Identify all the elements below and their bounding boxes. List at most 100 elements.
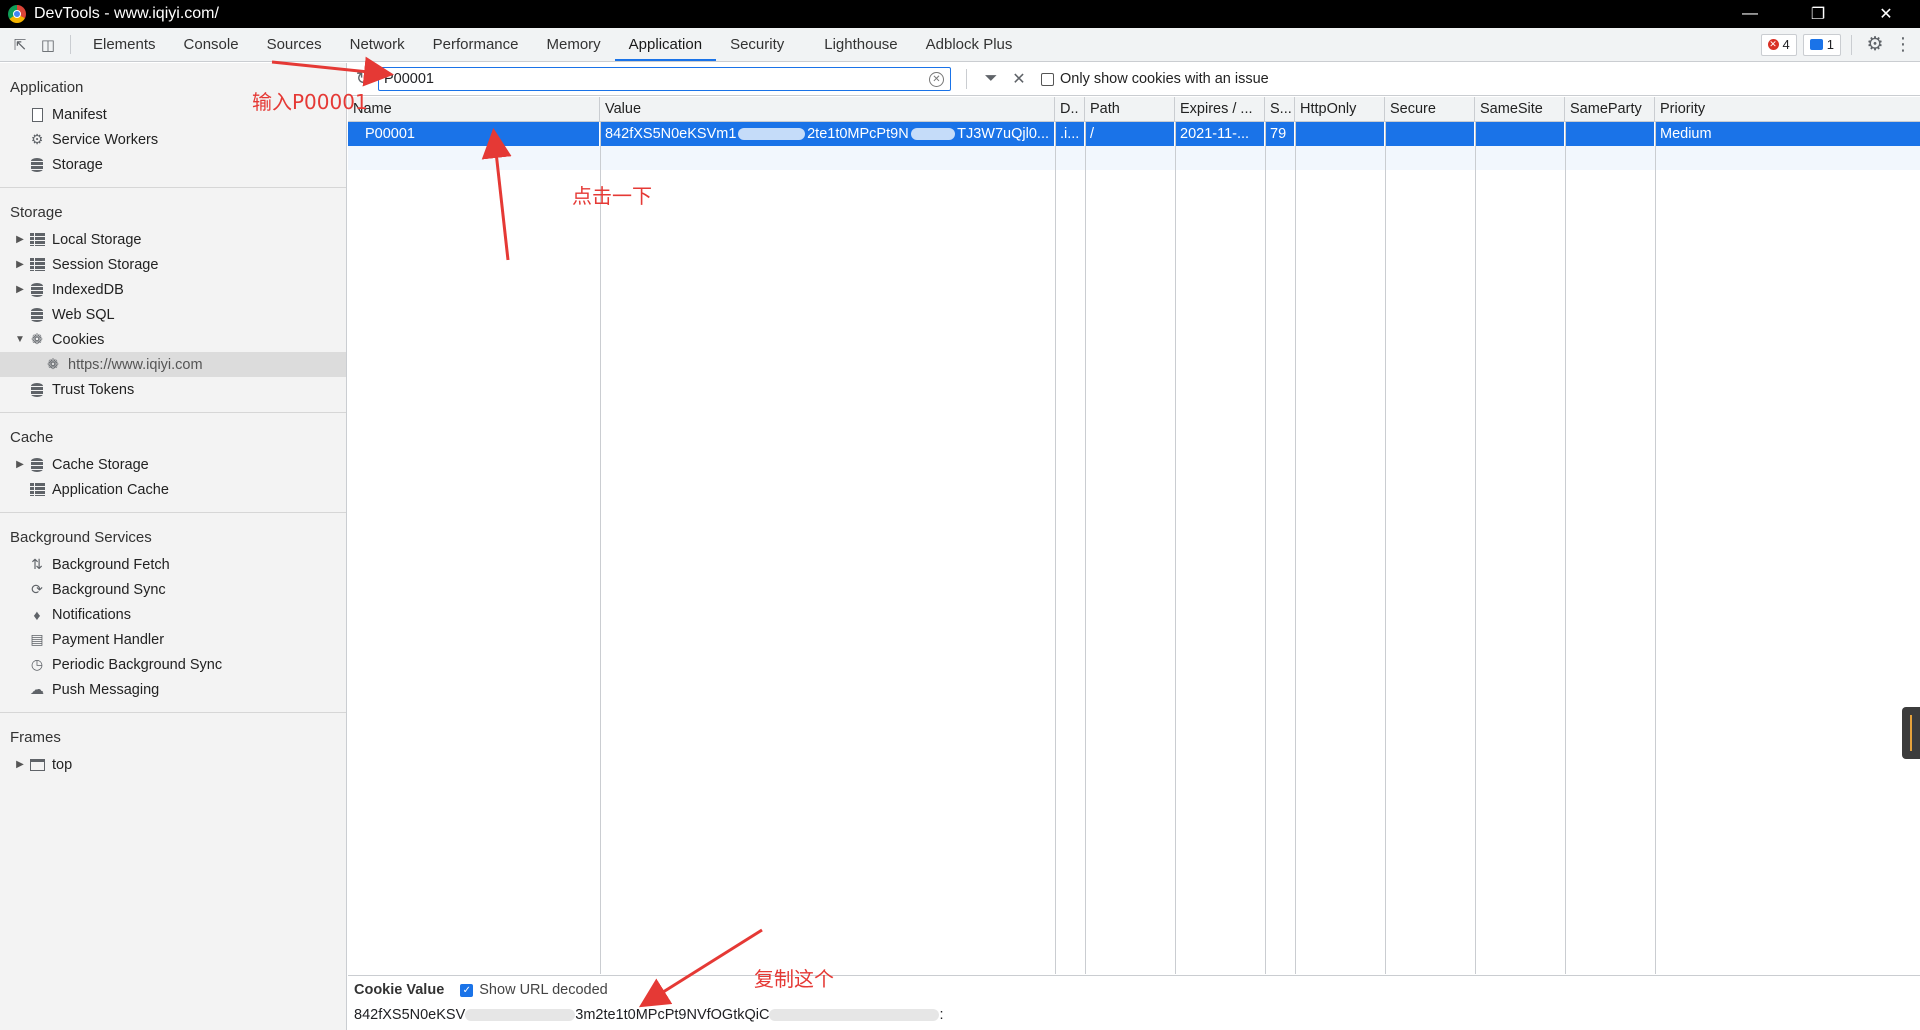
sidebar-item-cookie-origin[interactable]: ❁ https://www.iqiyi.com [0, 352, 346, 377]
gear-icon: ⚙ [30, 131, 44, 147]
col-header-secure[interactable]: Secure [1385, 97, 1475, 121]
close-button[interactable]: ✕ [1852, 0, 1920, 28]
cookies-table: Name Value D.. Path Expires / ... S... H… [348, 97, 1920, 974]
expand-arrow-icon[interactable]: ▶ [12, 234, 28, 245]
cookie-value-text[interactable]: 842fXS5N0eKSV 3m2te1t0MPcPt9NVfOGtkQiC : [348, 1004, 1920, 1026]
sidebar-item-push-messaging[interactable]: ☁ Push Messaging [0, 677, 346, 702]
cookie-value-panel: Cookie Value ✓ Show URL decoded 842fXS5N… [348, 975, 1920, 1030]
column-divider [1175, 122, 1176, 974]
column-divider [600, 122, 601, 974]
tab-security[interactable]: Security [716, 28, 810, 61]
only-issue-checkbox[interactable]: Only show cookies with an issue [1041, 71, 1269, 87]
annotation-click-label: 点击一下 [572, 184, 652, 208]
tab-console[interactable]: Console [170, 28, 253, 61]
error-count-badge[interactable]: ✕ 4 [1760, 33, 1797, 56]
column-divider [1265, 122, 1266, 974]
clear-filtered-cookies-icon[interactable]: ⏷ [977, 70, 1005, 88]
checkbox-checked-icon[interactable]: ✓ [460, 983, 474, 997]
cookie-value-title: Cookie Value [354, 982, 445, 998]
sidebar-item-storage[interactable]: Storage [0, 152, 346, 177]
cookie-icon: ❁ [31, 331, 43, 347]
cookie-filter-bar: ↻ ✕ ⏷ ✕ Only show cookies with an issue [348, 63, 1920, 96]
tab-sources[interactable]: Sources [253, 28, 336, 61]
table-row-empty [348, 146, 1920, 170]
tab-lighthouse[interactable]: Lighthouse [810, 28, 911, 61]
cell-path: / [1085, 122, 1175, 146]
collapse-arrow-icon[interactable]: ▼ [12, 334, 28, 345]
show-url-decoded-checkbox[interactable]: ✓ Show URL decoded [460, 982, 608, 998]
column-divider [1655, 122, 1656, 974]
credit-card-icon: ▤ [30, 631, 44, 647]
col-header-path[interactable]: Path [1085, 97, 1175, 121]
cell-name: P00001 [348, 122, 600, 146]
delete-selected-icon[interactable]: ✕ [1005, 69, 1033, 89]
more-options-icon[interactable]: ⋮ [1894, 32, 1912, 58]
tab-elements[interactable]: Elements [79, 28, 170, 61]
cell-sameparty [1565, 122, 1655, 146]
clear-filter-icon[interactable]: ✕ [929, 71, 944, 87]
expand-arrow-icon[interactable]: ▶ [12, 284, 28, 295]
sidebar-item-web-sql[interactable]: Web SQL [0, 302, 346, 327]
col-header-samesite[interactable]: SameSite [1475, 97, 1565, 121]
filter-input[interactable] [378, 67, 951, 91]
sidebar-item-cookies[interactable]: ▼ ❁ Cookies [0, 327, 346, 352]
col-header-sameparty[interactable]: SameParty [1565, 97, 1655, 121]
sidebar-item-trust-tokens[interactable]: Trust Tokens [0, 377, 346, 402]
sidebar-section-cache: Cache ▶ Cache Storage Application Cache [0, 413, 346, 513]
column-divider [1565, 122, 1566, 974]
annotation-copy-label: 复制这个 [754, 967, 834, 991]
checkbox-box[interactable] [1041, 72, 1054, 86]
section-title: Storage [10, 204, 63, 221]
cell-expires: 2021-11-... [1175, 122, 1265, 146]
col-header-priority[interactable]: Priority [1655, 97, 1920, 121]
sidebar-item-service-workers[interactable]: ⚙ Service Workers [0, 127, 346, 152]
col-header-expires[interactable]: Expires / ... [1175, 97, 1265, 121]
tab-network[interactable]: Network [336, 28, 419, 61]
col-header-value[interactable]: Value [600, 97, 1055, 121]
message-icon [1809, 39, 1823, 50]
sidebar-item-indexeddb[interactable]: ▶ IndexedDB [0, 277, 346, 302]
sidebar-item-frame-top[interactable]: ▶ top [0, 752, 346, 777]
col-header-httponly[interactable]: HttpOnly [1295, 97, 1385, 121]
database-icon [28, 282, 46, 298]
database-icon [28, 157, 46, 173]
col-header-size[interactable]: S... [1265, 97, 1295, 121]
inspect-element-icon[interactable]: ⇱ [6, 28, 34, 61]
toolbar-divider [70, 35, 71, 54]
sidebar-item-background-fetch[interactable]: ⇅ Background Fetch [0, 552, 346, 577]
tab-performance[interactable]: Performance [419, 28, 533, 61]
tab-memory[interactable]: Memory [533, 28, 615, 61]
table-row[interactable]: P00001 842fXS5N0eKSVm1 2te1t0MPcPt9N TJ3… [348, 122, 1920, 146]
col-header-name[interactable]: Name [348, 97, 600, 121]
tab-adblock-plus[interactable]: Adblock Plus [912, 28, 1027, 61]
sidebar-item-periodic-background-sync[interactable]: ◷ Periodic Background Sync [0, 652, 346, 677]
sidebar-item-notifications[interactable]: ♦ Notifications [0, 602, 346, 627]
table-grid-icon [28, 232, 46, 248]
settings-gear-icon[interactable]: ⚙ [1862, 32, 1888, 58]
sidebar-item-application-cache[interactable]: Application Cache [0, 477, 346, 502]
filter-divider [966, 69, 967, 89]
sidebar-item-local-storage[interactable]: ▶ Local Storage [0, 227, 346, 252]
sidebar-item-cache-storage[interactable]: ▶ Cache Storage [0, 452, 346, 477]
column-divider [1295, 122, 1296, 974]
expand-arrow-icon[interactable]: ▶ [12, 759, 28, 770]
redacted-blur [910, 128, 956, 140]
sidebar-item-payment-handler[interactable]: ▤ Payment Handler [0, 627, 346, 652]
sidebar-item-session-storage[interactable]: ▶ Session Storage [0, 252, 346, 277]
redacted-blur [769, 1009, 940, 1021]
message-count-badge[interactable]: 1 [1802, 33, 1841, 56]
panel-resize-handle[interactable] [1902, 707, 1920, 759]
expand-arrow-icon[interactable]: ▶ [12, 259, 28, 270]
section-title: Cache [10, 429, 54, 446]
window-titlebar: DevTools - www.iqiyi.com/ — ❐ ✕ [0, 0, 1920, 28]
expand-arrow-icon[interactable]: ▶ [12, 459, 28, 470]
restore-button[interactable]: ❐ [1784, 0, 1852, 28]
redacted-blur [738, 128, 806, 140]
device-toolbar-icon[interactable]: ◫ [34, 28, 62, 61]
cell-domain: .i... [1055, 122, 1085, 146]
sidebar-item-background-sync[interactable]: ⟳ Background Sync [0, 577, 346, 602]
minimize-button[interactable]: — [1716, 0, 1784, 28]
table-header: Name Value D.. Path Expires / ... S... H… [348, 97, 1920, 122]
tab-application[interactable]: Application [614, 28, 717, 61]
col-header-domain[interactable]: D.. [1055, 97, 1085, 121]
